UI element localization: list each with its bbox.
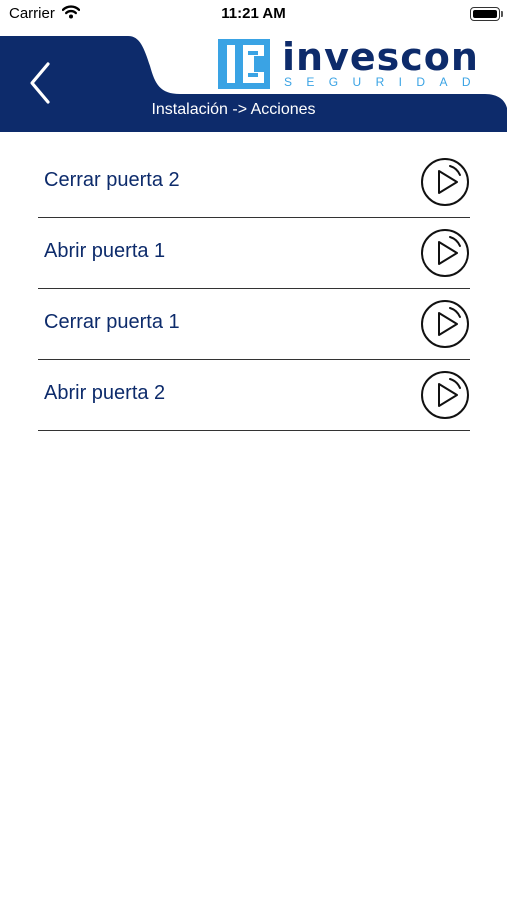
battery-tip bbox=[501, 11, 503, 17]
action-item[interactable]: Abrir puerta 1 bbox=[38, 218, 470, 289]
action-label: Abrir puerta 2 bbox=[44, 382, 166, 404]
brand-logo: invescon SEGURIDAD bbox=[218, 37, 478, 91]
action-list: Cerrar puerta 2 Abrir puerta 1 Cerrar pu… bbox=[38, 147, 470, 431]
battery-icon bbox=[470, 7, 500, 21]
play-icon[interactable] bbox=[420, 157, 470, 207]
action-label: Cerrar puerta 2 bbox=[44, 169, 180, 191]
breadcrumb: Instalación -> Acciones bbox=[151, 101, 316, 118]
action-label: Abrir puerta 1 bbox=[44, 240, 166, 262]
logo-mark-icon bbox=[218, 39, 270, 89]
play-icon[interactable] bbox=[420, 228, 470, 278]
action-item[interactable]: Abrir puerta 2 bbox=[38, 360, 470, 431]
action-item[interactable]: Cerrar puerta 2 bbox=[38, 147, 470, 218]
header: invescon SEGURIDAD Instalación -> Accion… bbox=[0, 36, 507, 132]
clock: 11:21 AM bbox=[221, 5, 286, 22]
action-item[interactable]: Cerrar puerta 1 bbox=[38, 289, 470, 360]
play-icon[interactable] bbox=[420, 299, 470, 349]
status-bar: Carrier 11:21 AM bbox=[0, 0, 507, 30]
action-label: Cerrar puerta 1 bbox=[44, 311, 180, 333]
brand-tagline: SEGURIDAD bbox=[284, 75, 485, 89]
play-icon[interactable] bbox=[420, 370, 470, 420]
brand-name: invescon bbox=[282, 35, 479, 79]
